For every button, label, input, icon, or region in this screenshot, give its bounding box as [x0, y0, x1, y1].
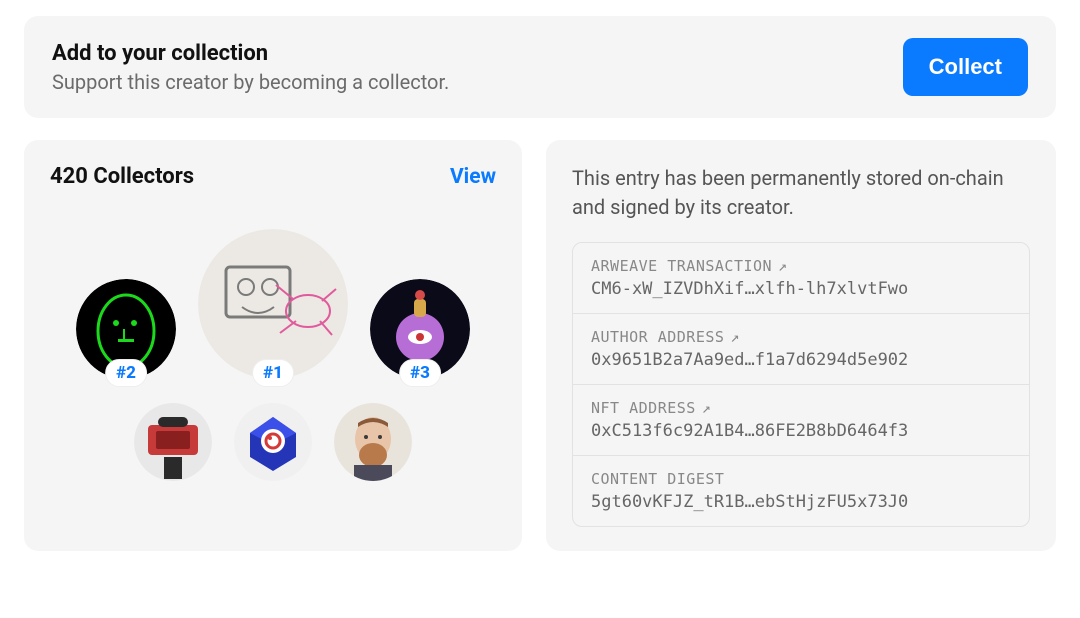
external-link-icon: ↗ — [778, 257, 788, 275]
collect-banner: Add to your collection Support this crea… — [24, 16, 1056, 118]
author-address-row[interactable]: AUTHOR ADDRESS ↗ 0x9651B2a7Aa9ed…f1a7d62… — [573, 314, 1029, 385]
onchain-card: This entry has been permanently stored o… — [546, 140, 1056, 551]
external-link-icon: ↗ — [730, 328, 740, 346]
collector-avatar[interactable] — [334, 403, 412, 481]
collect-button[interactable]: Collect — [903, 38, 1028, 96]
nft-address-row[interactable]: NFT ADDRESS ↗ 0xC513f6c92A1B4…86FE2B8bD6… — [573, 385, 1029, 456]
meta-value: CM6-xW_IZVDhXif…xlfh-lh7xlvtFwo — [591, 279, 1011, 299]
collector-avatar[interactable] — [234, 403, 312, 481]
onchain-description: This entry has been permanently stored o… — [572, 164, 1030, 222]
banner-subtitle: Support this creator by becoming a colle… — [52, 70, 449, 94]
meta-label: CONTENT DIGEST — [591, 470, 724, 488]
collector-rank-1[interactable]: #1 — [198, 229, 348, 379]
arweave-transaction-row[interactable]: ARWEAVE TRANSACTION ↗ CM6-xW_IZVDhXif…xl… — [573, 243, 1029, 314]
rank-badge: #2 — [105, 359, 147, 387]
avatar-icon — [234, 403, 312, 481]
collector-avatar[interactable] — [134, 403, 212, 481]
external-link-icon: ↗ — [702, 399, 712, 417]
avatar-icon — [198, 229, 348, 379]
avatar-icon — [134, 403, 212, 481]
meta-value: 5gt60vKFJZ_tR1B…ebStHjzFU5x73J0 — [591, 492, 1011, 512]
onchain-meta-box: ARWEAVE TRANSACTION ↗ CM6-xW_IZVDhXif…xl… — [572, 242, 1030, 527]
rank-badge: #3 — [399, 359, 441, 387]
more-collectors — [50, 403, 496, 481]
content-digest-row: CONTENT DIGEST 5gt60vKFJZ_tR1B…ebStHjzFU… — [573, 456, 1029, 526]
collector-rank-3[interactable]: #3 — [370, 279, 470, 379]
banner-text: Add to your collection Support this crea… — [52, 41, 449, 94]
collectors-header: 420 Collectors View — [50, 164, 496, 189]
collector-rank-2[interactable]: #2 — [76, 279, 176, 379]
meta-label: ARWEAVE TRANSACTION — [591, 257, 772, 275]
rank-badge: #1 — [252, 359, 294, 387]
meta-value: 0x9651B2a7Aa9ed…f1a7d6294d5e902 — [591, 350, 1011, 370]
banner-title: Add to your collection — [52, 41, 449, 66]
meta-value: 0xC513f6c92A1B4…86FE2B8bD6464f3 — [591, 421, 1011, 441]
avatar-icon — [334, 403, 412, 481]
meta-label: NFT ADDRESS — [591, 399, 696, 417]
collectors-card: 420 Collectors View #2 — [24, 140, 522, 551]
view-collectors-link[interactable]: View — [450, 165, 496, 189]
meta-label: AUTHOR ADDRESS — [591, 328, 724, 346]
collectors-heading: 420 Collectors — [50, 164, 194, 189]
top-collectors: #2 #1 — [50, 229, 496, 379]
